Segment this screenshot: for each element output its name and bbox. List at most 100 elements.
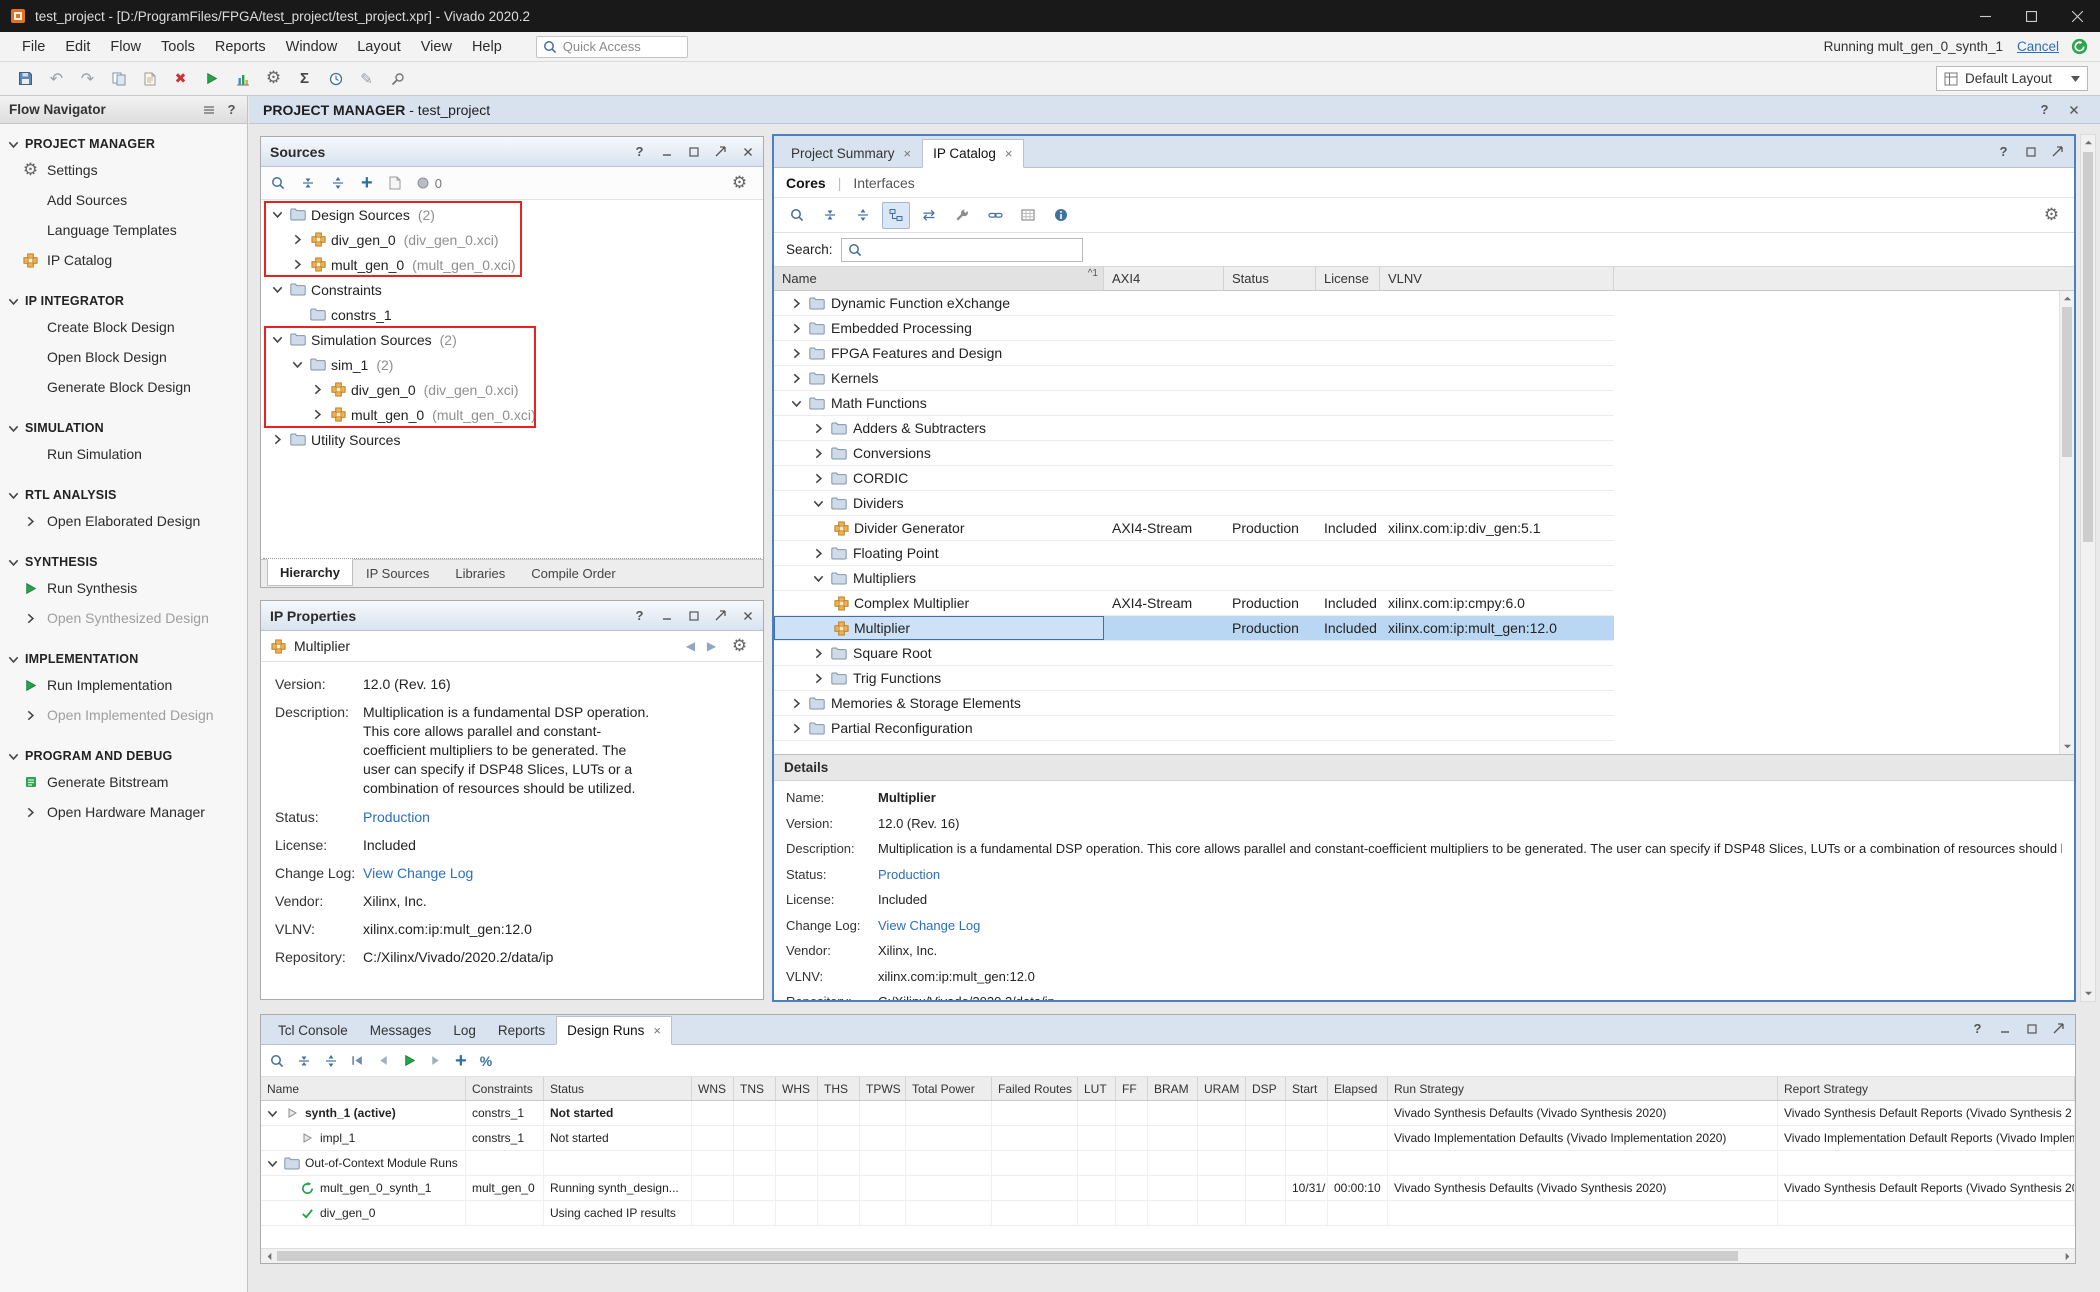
menu-tools[interactable]: Tools <box>151 35 205 59</box>
catalog-row-divider-generator[interactable]: Divider GeneratorAXI4-StreamProductionIn… <box>774 516 1614 541</box>
tab-reports[interactable]: Reports <box>487 1016 556 1045</box>
menu-window[interactable]: Window <box>276 35 348 59</box>
sources-tree-item-mult-gen-0[interactable]: mult_gen_0(mult_gen_0.xci) <box>261 402 763 427</box>
doc-icon[interactable] <box>389 176 401 190</box>
badge-icon[interactable] <box>417 177 429 189</box>
help-icon[interactable]: ? <box>1971 1021 1984 1036</box>
catalog-row-conversions[interactable]: Conversions <box>774 441 1614 466</box>
tab-hierarchy[interactable]: Hierarchy <box>267 559 353 586</box>
close-tab-icon[interactable]: × <box>904 146 912 161</box>
expand-icon[interactable] <box>331 176 345 190</box>
chevron-down-icon[interactable] <box>265 1158 279 1169</box>
column-header-name[interactable]: Name^1 <box>774 267 1104 290</box>
column-header-report-strategy[interactable]: Report Strategy <box>1778 1077 2075 1100</box>
flow-item-run-implementation[interactable]: Run Implementation <box>0 670 247 700</box>
close-tab-icon[interactable]: × <box>653 1023 661 1038</box>
scroll-down-icon[interactable] <box>2060 739 2074 754</box>
cancel-link[interactable]: Cancel <box>2017 39 2059 54</box>
dfx-icon[interactable]: ⇄ <box>915 202 943 229</box>
flow-section-simulation[interactable]: SIMULATION <box>0 416 247 439</box>
skip-start-icon[interactable] <box>351 1053 364 1069</box>
flow-section-ip-integrator[interactable]: IP INTEGRATOR <box>0 289 247 312</box>
gear-icon[interactable]: ⚙ <box>2038 202 2065 228</box>
paste-icon[interactable] <box>136 66 163 92</box>
tab-log[interactable]: Log <box>442 1016 487 1045</box>
scroll-right-icon[interactable] <box>2059 1249 2075 1263</box>
sources-tree-item-sim-1[interactable]: sim_1(2) <box>261 352 763 377</box>
run-row-impl-1[interactable]: impl_1constrs_1Not startedVivado Impleme… <box>261 1126 2075 1151</box>
chevron-right-icon[interactable] <box>789 723 803 734</box>
sources-tree-item-constrs-1[interactable]: constrs_1 <box>261 302 763 327</box>
chevron-down-icon[interactable] <box>289 359 305 370</box>
column-header-dsp[interactable]: DSP <box>1246 1077 1286 1100</box>
flow-item-open-hardware-manager[interactable]: Open Hardware Manager <box>0 797 247 827</box>
menu-edit[interactable]: Edit <box>55 35 100 59</box>
chevron-right-icon[interactable] <box>309 409 325 420</box>
chevron-right-icon[interactable] <box>789 373 803 384</box>
sources-tree-item-design-sources[interactable]: Design Sources(2) <box>261 202 763 227</box>
copy-icon[interactable] <box>105 66 132 92</box>
run-row-mult-gen-0-synth-1[interactable]: mult_gen_0_synth_1mult_gen_0Running synt… <box>261 1176 2075 1201</box>
sources-tree-item-simulation-sources[interactable]: Simulation Sources(2) <box>261 327 763 352</box>
close-icon[interactable] <box>741 147 754 157</box>
maximize-icon[interactable] <box>2025 1024 2038 1034</box>
chevron-down-icon[interactable] <box>269 209 285 220</box>
chevron-right-icon[interactable] <box>289 234 305 245</box>
collapse-icon[interactable] <box>301 176 315 190</box>
close-icon[interactable] <box>2067 102 2080 117</box>
window-minimize-button[interactable] <box>1962 0 2008 32</box>
hier-icon[interactable] <box>882 202 910 229</box>
sum-icon[interactable]: Σ <box>291 66 318 92</box>
horizontal-scrollbar[interactable] <box>261 1248 2075 1263</box>
catalog-row-adders-subtracters[interactable]: Adders & Subtracters <box>774 416 1614 441</box>
info-icon[interactable] <box>1047 202 1075 229</box>
menu-file[interactable]: File <box>12 35 55 59</box>
gear-icon[interactable]: ⚙ <box>726 170 753 196</box>
help-icon[interactable]: ? <box>1997 144 2010 159</box>
sources-tree-item-div-gen-0[interactable]: div_gen_0(div_gen_0.xci) <box>261 227 763 252</box>
flow-section-program-and-debug[interactable]: PROGRAM AND DEBUG <box>0 744 247 767</box>
flow-item-open-elaborated-design[interactable]: Open Elaborated Design <box>0 506 247 536</box>
column-header-name[interactable]: Name <box>261 1077 466 1100</box>
search-input[interactable] <box>841 238 1083 262</box>
flow-section-synthesis[interactable]: SYNTHESIS <box>0 550 247 573</box>
minimize-icon[interactable] <box>660 611 673 621</box>
column-header-status[interactable]: Status <box>544 1077 692 1100</box>
quick-access-box[interactable]: Quick Access <box>536 36 688 58</box>
expand-icon[interactable] <box>849 202 877 229</box>
column-header-license[interactable]: License <box>1316 267 1380 290</box>
help-icon[interactable]: ? <box>225 102 238 117</box>
float-icon[interactable] <box>2052 1023 2065 1034</box>
settings-icon[interactable]: ⚙ <box>260 66 287 92</box>
catalog-row-square-root[interactable]: Square Root <box>774 641 1614 666</box>
flow-item-open-block-design[interactable]: Open Block Design <box>0 342 247 372</box>
column-header-bram[interactable]: BRAM <box>1148 1077 1198 1100</box>
chevron-right-icon[interactable] <box>789 323 803 334</box>
catalog-row-math-functions[interactable]: Math Functions <box>774 391 1614 416</box>
chevron-right-icon[interactable] <box>789 348 803 359</box>
catalog-row-embedded-processing[interactable]: Embedded Processing <box>774 316 1614 341</box>
column-header-elapsed[interactable]: Elapsed <box>1328 1077 1388 1100</box>
tab-compile-order[interactable]: Compile Order <box>518 560 629 587</box>
flow-item-open-implemented-design[interactable]: Open Implemented Design <box>0 700 247 730</box>
scrollbar-thumb[interactable] <box>277 1251 1738 1261</box>
percent-icon[interactable]: % <box>480 1053 492 1069</box>
column-header-whs[interactable]: WHS <box>776 1077 818 1100</box>
column-header-wns[interactable]: WNS <box>692 1077 734 1100</box>
undo-icon[interactable]: ↶ <box>43 66 70 92</box>
flow-section-implementation[interactable]: IMPLEMENTATION <box>0 647 247 670</box>
tab-ip-sources[interactable]: IP Sources <box>353 560 442 587</box>
flow-section-rtl-analysis[interactable]: RTL ANALYSIS <box>0 483 247 506</box>
column-header-uram[interactable]: URAM <box>1198 1077 1246 1100</box>
timing-icon[interactable] <box>322 66 349 92</box>
catalog-row-multipliers[interactable]: Multipliers <box>774 566 1614 591</box>
catalog-row-dynamic-function-exchange[interactable]: Dynamic Function eXchange <box>774 291 1614 316</box>
scroll-up-icon[interactable] <box>2081 135 2095 150</box>
chevron-right-icon[interactable] <box>289 259 305 270</box>
chevron-down-icon[interactable] <box>789 398 803 409</box>
edit-icon[interactable]: ✎ <box>353 66 380 92</box>
scrollbar-thumb[interactable] <box>2062 307 2072 457</box>
tab-messages[interactable]: Messages <box>359 1016 443 1045</box>
minimize-icon[interactable] <box>1998 1024 2011 1034</box>
help-icon[interactable]: ? <box>633 608 646 623</box>
